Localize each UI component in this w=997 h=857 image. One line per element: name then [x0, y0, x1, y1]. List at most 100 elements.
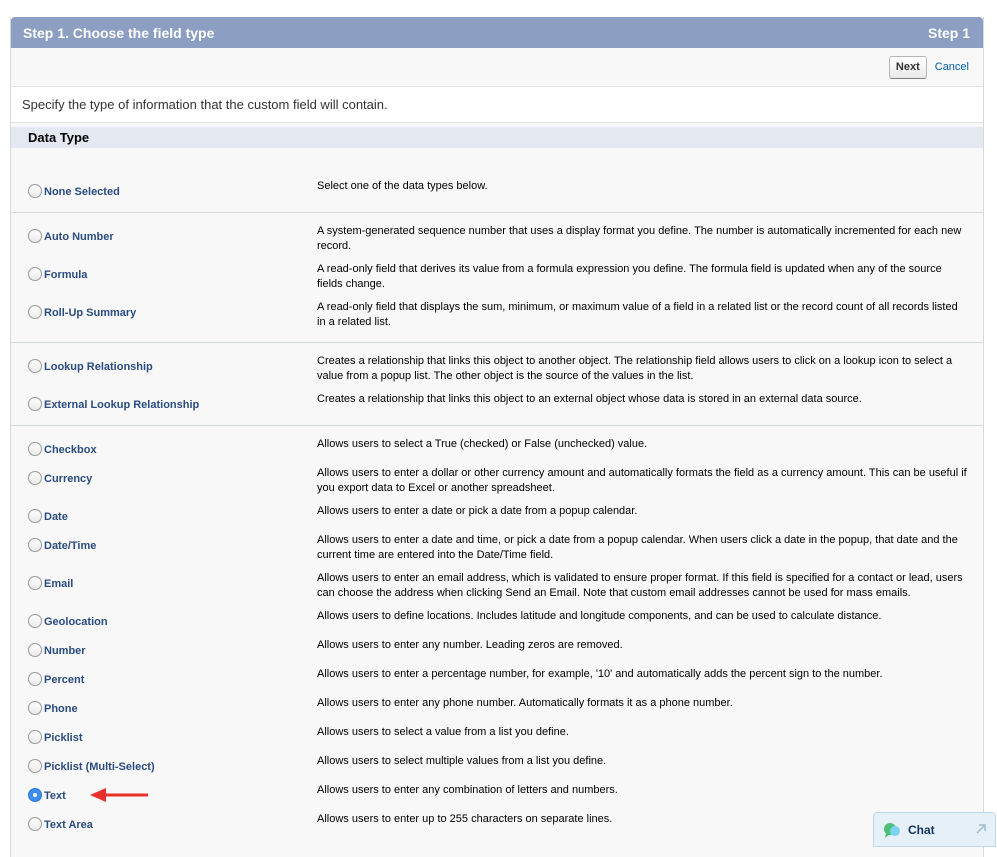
data-type-row: Date Allows users to enter a date or pick… [11, 505, 983, 524]
data-type-radio[interactable] [28, 576, 42, 590]
data-type-radio[interactable] [28, 184, 42, 198]
data-type-radio[interactable] [28, 229, 42, 243]
data-type-option[interactable]: Date [11, 506, 317, 524]
data-type-description: Allows users to enter up to 255 characte… [317, 813, 613, 825]
group-divider [11, 212, 983, 213]
data-type-radio[interactable] [28, 672, 42, 686]
data-type-label[interactable]: Phone [44, 702, 78, 716]
instructions-text: Specify the type of information that the… [11, 86, 983, 123]
data-type-radio[interactable] [28, 788, 42, 802]
data-type-label[interactable]: Lookup Relationship [44, 360, 153, 374]
data-type-label[interactable]: Text Area [44, 818, 93, 832]
data-type-option[interactable]: Lookup Relationship [11, 356, 317, 384]
data-type-label[interactable]: Auto Number [44, 230, 114, 244]
data-type-row: Date/Time Allows users to enter a date an… [11, 534, 983, 563]
data-type-option[interactable]: Date/Time [11, 535, 317, 563]
data-type-option[interactable]: Phone [11, 698, 317, 716]
data-type-option[interactable]: Email [11, 573, 317, 601]
data-type-label[interactable]: Currency [44, 472, 92, 486]
data-type-description: Allows users to enter a dollar or other … [317, 467, 967, 494]
data-type-description: Allows users to select a True (checked) … [317, 438, 648, 450]
data-type-description: Creates a relationship that links this o… [317, 393, 862, 405]
data-type-row: Auto Number A system-generated sequence n… [11, 225, 983, 254]
data-type-label[interactable]: Picklist [44, 731, 83, 745]
data-type-description: Creates a relationship that links this o… [317, 355, 953, 382]
data-type-description: Allows users to enter any number. Leadin… [317, 639, 623, 651]
button-row: Next Cancel [11, 48, 983, 86]
data-type-description: Allows users to enter any phone number. … [317, 697, 733, 709]
data-type-radio[interactable] [28, 730, 42, 744]
data-type-label[interactable]: Picklist (Multi-Select) [44, 760, 155, 774]
data-type-row: Email Allows users to enter an email addr… [11, 572, 983, 601]
data-type-option[interactable]: Picklist [11, 727, 317, 745]
data-type-radio[interactable] [28, 614, 42, 628]
data-type-option[interactable]: Formula [11, 264, 317, 292]
chat-bubble-icon [884, 822, 900, 838]
data-type-row: Geolocation Allows users to define locati… [11, 610, 983, 629]
chat-button[interactable]: Chat [873, 812, 996, 847]
red-arrow-annotation [90, 788, 148, 802]
data-type-option[interactable]: Currency [11, 468, 317, 496]
data-type-radio[interactable] [28, 509, 42, 523]
data-type-row: Text Area Allows users to enter up to 255… [11, 813, 983, 832]
data-type-option[interactable]: Text [11, 785, 317, 803]
data-type-row: None Selected Select one of the data type… [11, 180, 983, 199]
data-type-row: Lookup Relationship Creates a relationshi… [11, 355, 983, 384]
data-type-radio[interactable] [28, 267, 42, 281]
data-type-label[interactable]: Checkbox [44, 443, 97, 457]
group-divider [11, 342, 983, 343]
data-type-row: External Lookup Relationship Creates a re… [11, 393, 983, 412]
data-type-label[interactable]: Number [44, 644, 86, 658]
data-type-label[interactable]: Formula [44, 268, 87, 282]
data-type-description: Allows users to enter any combination of… [317, 784, 618, 796]
data-type-label[interactable]: Date/Time [44, 539, 96, 553]
chat-label: Chat [908, 822, 935, 837]
step-title: Step 1. Choose the field type [23, 24, 215, 41]
next-button[interactable]: Next [888, 55, 927, 79]
data-type-label[interactable]: Roll-Up Summary [44, 306, 136, 320]
data-type-radio[interactable] [28, 759, 42, 773]
data-type-description: A read-only field that displays the sum,… [317, 301, 958, 328]
data-type-option[interactable]: None Selected [11, 181, 317, 199]
data-type-label[interactable]: Date [44, 510, 68, 524]
cancel-link[interactable]: Cancel [935, 61, 969, 73]
data-type-radio[interactable] [28, 538, 42, 552]
popout-icon[interactable] [975, 823, 987, 835]
data-type-label[interactable]: Geolocation [44, 615, 108, 629]
data-type-label[interactable]: None Selected [44, 185, 120, 199]
data-type-row: Checkbox Allows users to select a True (c… [11, 438, 983, 457]
group-divider [11, 425, 983, 426]
data-type-option[interactable]: External Lookup Relationship [11, 394, 317, 412]
data-type-radio[interactable] [28, 643, 42, 657]
data-type-description: Allows users to enter a date and time, o… [317, 534, 958, 561]
data-type-radio[interactable] [28, 442, 42, 456]
data-type-option[interactable]: Picklist (Multi-Select) [11, 756, 317, 774]
data-type-radio[interactable] [28, 397, 42, 411]
data-type-option[interactable]: Auto Number [11, 226, 317, 254]
data-type-radio[interactable] [28, 305, 42, 319]
data-type-option[interactable]: Text Area [11, 814, 317, 832]
data-type-option[interactable]: Geolocation [11, 611, 317, 629]
data-type-radio[interactable] [28, 359, 42, 373]
data-type-label[interactable]: Email [44, 577, 73, 591]
data-type-label[interactable]: External Lookup Relationship [44, 398, 199, 412]
data-type-radio[interactable] [28, 817, 42, 831]
data-type-option[interactable]: Percent [11, 669, 317, 687]
data-type-label[interactable]: Percent [44, 673, 84, 687]
data-type-radio[interactable] [28, 701, 42, 715]
data-type-row: Text Allows users to enter any combinatio… [11, 784, 983, 803]
data-type-label[interactable]: Text [44, 789, 66, 803]
data-type-description: Select one of the data types below. [317, 180, 488, 192]
data-type-option[interactable]: Roll-Up Summary [11, 302, 317, 330]
step-header: Step 1. Choose the field type Step 1 [11, 17, 983, 48]
data-type-option[interactable]: Number [11, 640, 317, 658]
data-type-section-header: Data Type [11, 127, 983, 148]
data-type-description: Allows users to define locations. Includ… [317, 610, 882, 622]
data-type-description: A system-generated sequence number that … [317, 225, 962, 252]
data-type-row: Phone Allows users to enter any phone num… [11, 697, 983, 716]
data-type-row: Formula A read-only field that derives it… [11, 263, 983, 292]
data-type-row: Picklist Allows users to select a value f… [11, 726, 983, 745]
data-type-row: Picklist (Multi-Select) Allows users to s… [11, 755, 983, 774]
data-type-radio[interactable] [28, 471, 42, 485]
data-type-option[interactable]: Checkbox [11, 439, 317, 457]
